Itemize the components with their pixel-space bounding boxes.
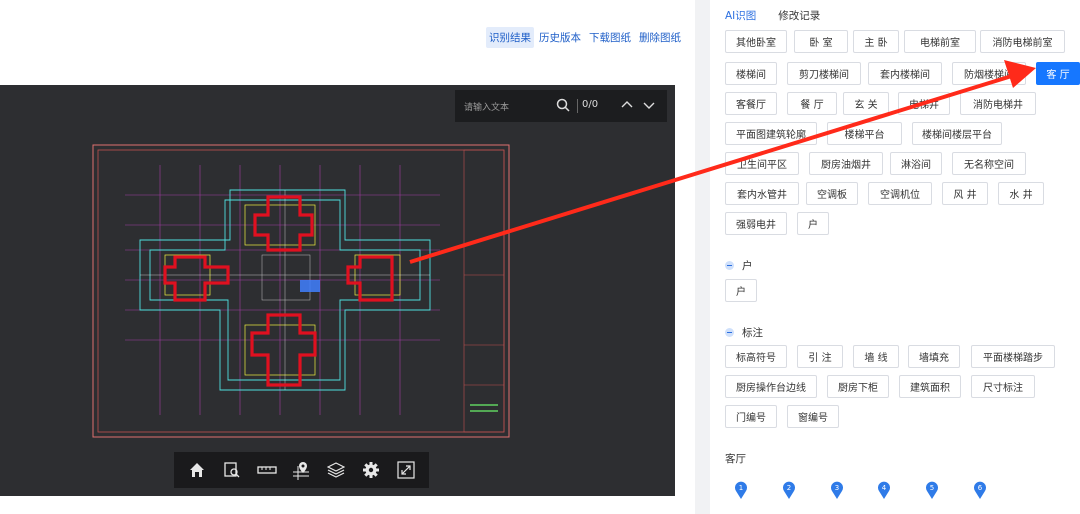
tag-air-shaft[interactable]: 风 井 bbox=[942, 182, 988, 205]
svg-text:4: 4 bbox=[882, 484, 887, 492]
section-living-room-title: 客厅 bbox=[725, 453, 746, 465]
tag-dining-room[interactable]: 餐 厅 bbox=[787, 92, 837, 115]
tag-elevator-lobby[interactable]: 电梯前室 bbox=[904, 30, 976, 53]
locate-icon[interactable] bbox=[289, 458, 313, 482]
tag-master-bedroom[interactable]: 主 卧 bbox=[853, 30, 899, 53]
delete-drawing-link[interactable]: 删除图纸 bbox=[636, 27, 684, 48]
location-pin-4[interactable]: 4 bbox=[877, 480, 891, 500]
svg-text:6: 6 bbox=[978, 484, 983, 492]
tag-ac-position[interactable]: 空调机位 bbox=[868, 182, 932, 205]
tag-window-number[interactable]: 窗编号 bbox=[787, 405, 839, 428]
location-pin-1[interactable]: 1 bbox=[734, 480, 748, 500]
tag-kitchen-flue[interactable]: 厨房油烟井 bbox=[809, 152, 883, 175]
tag-building-area[interactable]: 建筑面积 bbox=[899, 375, 961, 398]
search-separator bbox=[577, 99, 578, 113]
tag-leader-note[interactable]: 引 注 bbox=[797, 345, 843, 368]
tag-fire-elevator-lobby[interactable]: 消防电梯前室 bbox=[980, 30, 1065, 53]
search-icon[interactable] bbox=[556, 98, 570, 112]
collapse-icon[interactable] bbox=[725, 328, 734, 337]
section-living-room-header: 客厅 bbox=[725, 451, 746, 466]
tag-bedroom[interactable]: 卧 室 bbox=[794, 30, 848, 53]
home-icon[interactable] bbox=[185, 458, 209, 482]
drawing-search-bar: 请输入文本 0/0 bbox=[455, 90, 667, 122]
viewer-toolbar bbox=[174, 452, 429, 488]
tag-unnamed-space[interactable]: 无名称空间 bbox=[952, 152, 1026, 175]
location-pin-3[interactable]: 3 bbox=[830, 480, 844, 500]
tag-foyer[interactable]: 玄 关 bbox=[843, 92, 889, 115]
tag-fire-elevator-shaft[interactable]: 消防电梯井 bbox=[960, 92, 1036, 115]
section-annotation-title: 标注 bbox=[742, 327, 763, 339]
tag-other-bedroom[interactable]: 其他卧室 bbox=[725, 30, 787, 53]
tag-electrical-shaft[interactable]: 强弱电井 bbox=[725, 212, 787, 235]
chevron-up-icon[interactable] bbox=[621, 99, 633, 111]
collapse-icon[interactable] bbox=[725, 261, 734, 270]
tag-household-item[interactable]: 户 bbox=[725, 279, 757, 302]
tag-indoor-stairwell[interactable]: 套内楼梯间 bbox=[868, 62, 942, 85]
section-household-header[interactable]: 户 bbox=[725, 258, 753, 273]
tag-stairwell-floor-landing[interactable]: 楼梯间楼层平台 bbox=[912, 122, 1002, 145]
ruler-icon[interactable] bbox=[255, 458, 279, 482]
tag-wall-fill[interactable]: 墙填充 bbox=[908, 345, 960, 368]
tag-ac-slab[interactable]: 空调板 bbox=[806, 182, 858, 205]
svg-text:2: 2 bbox=[787, 484, 791, 492]
tag-kitchen-counter-edge[interactable]: 厨房操作台边线 bbox=[725, 375, 817, 398]
tag-indoor-pipe-shaft[interactable]: 套内水管井 bbox=[725, 182, 799, 205]
location-pin-5[interactable]: 5 bbox=[925, 480, 939, 500]
svg-text:5: 5 bbox=[930, 484, 934, 492]
recognition-result-link[interactable]: 识别结果 bbox=[486, 27, 534, 48]
tag-smokeproof-stairwell[interactable]: 防烟楼梯间 bbox=[952, 62, 1026, 85]
fullscreen-icon[interactable] bbox=[394, 458, 418, 482]
tag-bathroom-area[interactable]: 卫生间平区 bbox=[725, 152, 799, 175]
tag-stairwell[interactable]: 楼梯间 bbox=[725, 62, 777, 85]
tag-scissor-stairwell[interactable]: 剪刀楼梯间 bbox=[787, 62, 861, 85]
tag-living-room-selected[interactable]: 客 厅 bbox=[1036, 62, 1080, 85]
tag-elevation-symbol[interactable]: 标高符号 bbox=[725, 345, 787, 368]
cad-viewer[interactable]: 请输入文本 0/0 bbox=[0, 85, 675, 496]
tab-modification-log[interactable]: 修改记录 bbox=[778, 8, 820, 23]
settings-icon[interactable] bbox=[359, 458, 383, 482]
tag-wall-line[interactable]: 墙 线 bbox=[853, 345, 899, 368]
tag-living-dining[interactable]: 客餐厅 bbox=[725, 92, 777, 115]
ai-recognition-panel: AI识图 修改记录 其他卧室 卧 室 主 卧 电梯前室 消防电梯前室 楼梯间 剪… bbox=[710, 0, 1080, 514]
section-annotation-header[interactable]: 标注 bbox=[725, 325, 763, 340]
top-bar: 识别结果 历史版本 下载图纸 删除图纸 bbox=[0, 0, 690, 85]
cad-drawing[interactable] bbox=[0, 85, 675, 496]
panel-divider bbox=[695, 0, 710, 514]
drawing-actions: 识别结果 历史版本 下载图纸 删除图纸 bbox=[486, 27, 684, 48]
svg-text:3: 3 bbox=[835, 484, 839, 492]
section-household-title: 户 bbox=[742, 260, 753, 272]
tag-household[interactable]: 户 bbox=[797, 212, 829, 235]
tag-water-shaft[interactable]: 水 井 bbox=[998, 182, 1044, 205]
tag-kitchen-lower-cabinet[interactable]: 厨房下柜 bbox=[827, 375, 889, 398]
tag-stair-landing[interactable]: 楼梯平台 bbox=[827, 122, 902, 145]
tab-ai-recognition[interactable]: AI识图 bbox=[725, 8, 756, 23]
location-pin-2[interactable]: 2 bbox=[782, 480, 796, 500]
search-match-count: 0/0 bbox=[582, 99, 599, 110]
tag-elevator-shaft[interactable]: 电梯井 bbox=[898, 92, 950, 115]
download-drawing-link[interactable]: 下载图纸 bbox=[586, 27, 634, 48]
tag-door-number[interactable]: 门编号 bbox=[725, 405, 777, 428]
zoom-region-icon[interactable] bbox=[220, 458, 244, 482]
svg-text:1: 1 bbox=[739, 484, 743, 492]
tag-dimension[interactable]: 尺寸标注 bbox=[971, 375, 1035, 398]
tag-shower-room[interactable]: 淋浴间 bbox=[890, 152, 942, 175]
tag-plan-stair-step[interactable]: 平面楼梯踏步 bbox=[971, 345, 1055, 368]
panel-tabs: AI识图 修改记录 bbox=[725, 0, 820, 30]
chevron-down-icon[interactable] bbox=[643, 99, 655, 111]
tag-floor-plan-outline[interactable]: 平面图建筑轮廓 bbox=[725, 122, 817, 145]
location-pin-6[interactable]: 6 bbox=[973, 480, 987, 500]
history-version-link[interactable]: 历史版本 bbox=[536, 27, 584, 48]
layers-icon[interactable] bbox=[324, 458, 348, 482]
search-input[interactable]: 请输入文本 bbox=[464, 100, 554, 113]
